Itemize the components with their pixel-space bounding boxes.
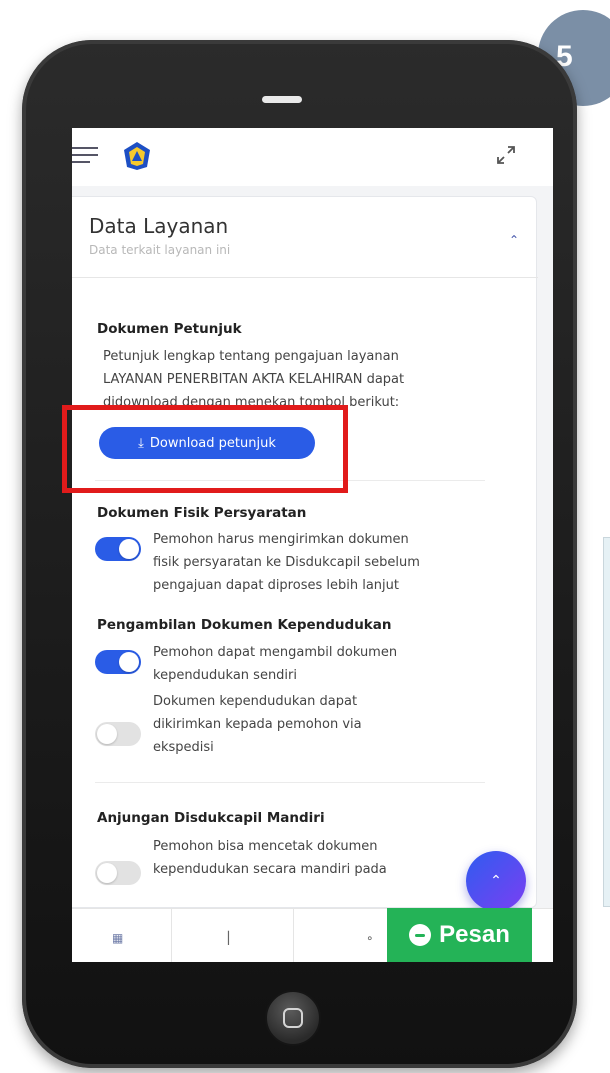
dokumen-fisik-line: pengajuan dapat diproses lebih lanjut (153, 578, 399, 593)
anjungan-heading: Anjungan Disdukcapil Mandiri (97, 810, 325, 826)
anjungan-line: Pemohon bisa mencetak dokumen (153, 839, 378, 854)
hamburger-menu-icon[interactable] (72, 147, 98, 165)
phone-screen: Data Layanan Data terkait layanan ini ⌃ … (72, 128, 553, 962)
data-layanan-panel: Data Layanan Data terkait layanan ini ⌃ … (72, 196, 538, 908)
pengambilan-heading: Pengambilan Dokumen Kependudukan (97, 617, 392, 633)
dokumen-fisik-line: Pemohon harus mengirimkan dokumen (153, 532, 409, 547)
chevron-up-icon[interactable]: ⌃ (509, 233, 519, 247)
chart-icon: ▏ (228, 931, 238, 945)
pesan-button[interactable]: Pesan (387, 908, 532, 962)
ekspedisi-toggle[interactable] (95, 722, 141, 746)
panel-divider (72, 277, 538, 278)
ekspedisi-line: ekspedisi (153, 740, 214, 755)
ambil-sendiri-line: kependudukan sendiri (153, 668, 298, 683)
nav-tab-stats[interactable]: ▏ (172, 909, 294, 962)
chevron-up-icon: ⌃ (490, 873, 502, 889)
section-title: Data Layanan (89, 214, 229, 238)
nav-tab-home[interactable]: ▦ (72, 909, 172, 962)
dokumen-fisik-heading: Dokumen Fisik Persyaratan (97, 505, 307, 521)
anjungan-toggle[interactable] (95, 861, 141, 885)
dokumen-fisik-toggle[interactable] (95, 537, 141, 561)
chat-icon (409, 924, 432, 946)
scroll-top-button[interactable]: ⌃ (466, 851, 526, 911)
pesan-label: Pesan (439, 921, 510, 948)
nav-tab-profile[interactable]: ∘ (294, 909, 387, 962)
section-divider (95, 782, 485, 783)
expand-icon[interactable] (496, 145, 516, 165)
app-logo (124, 142, 150, 170)
home-button-icon (283, 1008, 303, 1028)
section-subtitle: Data terkait layanan ini (89, 243, 231, 257)
dokumen-petunjuk-line: LAYANAN PENERBITAN AKTA KELAHIRAN dapat (103, 372, 405, 387)
top-bar (72, 128, 553, 186)
ambil-sendiri-toggle[interactable] (95, 650, 141, 674)
stage: 5 Data Layanan Data terkait layanan ini … (0, 0, 610, 1073)
ekspedisi-line: Dokumen kependudukan dapat (153, 694, 358, 709)
main-content: Data Layanan Data terkait layanan ini ⌃ … (72, 186, 553, 908)
user-icon: ∘ (366, 931, 374, 945)
ekspedisi-line: dikirimkan kepada pemohon via (153, 717, 362, 732)
phone-speaker (262, 96, 302, 103)
dokumen-petunjuk-heading: Dokumen Petunjuk (97, 321, 242, 337)
ambil-sendiri-line: Pemohon dapat mengambil dokumen (153, 645, 398, 660)
dokumen-fisik-line: fisik persyaratan ke Disdukcapil sebelum (153, 555, 420, 570)
highlight-box (62, 405, 348, 493)
dokumen-petunjuk-line: Petunjuk lengkap tentang pengajuan layan… (103, 349, 399, 364)
grid-icon: ▦ (112, 931, 124, 945)
anjungan-line: kependudukan secara mandiri pada (153, 862, 387, 877)
side-card (603, 537, 610, 907)
